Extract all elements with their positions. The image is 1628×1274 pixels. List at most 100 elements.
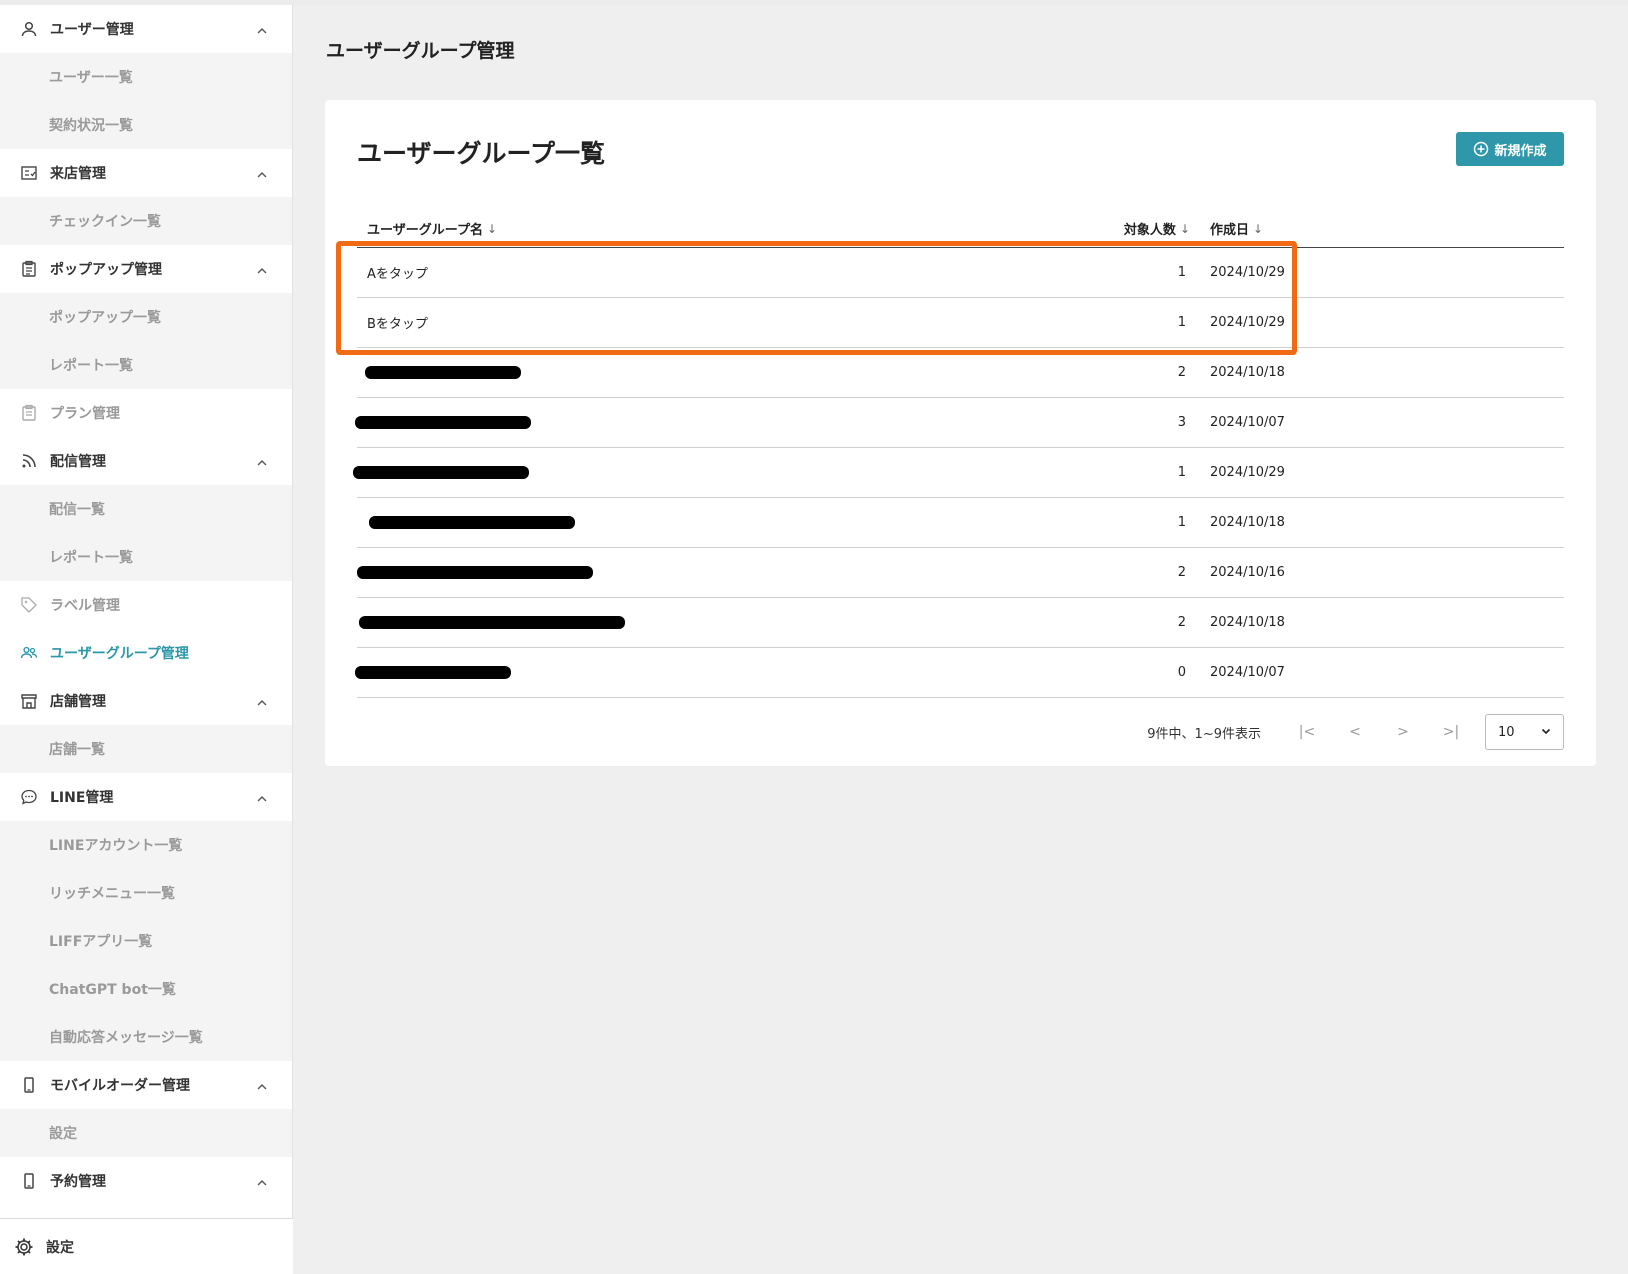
redacted-group-name [357,598,1070,647]
sidebar-section-label: モバイルオーダー管理 [50,1078,190,1094]
sidebar-subitem[interactable]: 契約状況一覧 [0,101,292,149]
sidebar-subitem[interactable]: 自動応答メッセージ一覧 [0,1013,292,1061]
chevron-up-icon[interactable] [256,22,270,36]
sidebar-section-7[interactable]: 店舗管理 [0,677,292,725]
chevron-up-icon[interactable] [256,262,270,276]
sidebar-section-2[interactable]: ポップアップ管理 [0,245,292,293]
redacted-group-name [353,448,1070,497]
column-header-date[interactable]: 作成日 ↓ [1190,219,1390,239]
member-count: 0 [1177,665,1186,680]
next-page-icon[interactable]: > [1379,724,1427,740]
created-date: 2024/10/18 [1210,365,1285,380]
chevron-up-icon[interactable] [256,1078,270,1092]
user-icon [18,18,40,40]
redacted-group-name [357,548,1070,597]
table-row[interactable]: 2 2024/10/18 [357,598,1564,648]
checkin-icon [18,162,40,184]
chevron-up-icon[interactable] [256,454,270,468]
sidebar-section-label: ポップアップ管理 [50,262,162,278]
page-size-select[interactable]: 10 [1485,714,1564,750]
sidebar-subitem[interactable]: ChatGPT bot一覧 [0,965,292,1013]
sidebar-section-4[interactable]: 配信管理 [0,437,292,485]
mobile-icon [18,1170,40,1192]
sidebar-section-label: LINE管理 [50,790,114,806]
sidebar-section-1[interactable]: 来店管理 [0,149,292,197]
table-row[interactable]: Bをタップ 1 2024/10/29 [357,298,1564,348]
chevron-up-icon[interactable] [256,790,270,804]
table-body: Aをタップ 1 2024/10/29 Bをタップ 1 2024/10/29 2 2024/10… [353,248,1564,698]
chevron-up-icon[interactable] [256,694,270,708]
created-date: 2024/10/16 [1210,565,1285,580]
page-size-value: 10 [1498,724,1515,740]
member-count: 1 [1177,265,1186,280]
member-count: 3 [1177,415,1186,430]
pagination: 9件中、1~9件表示 |< < > >| 10 [1147,714,1564,750]
redaction-bar [357,566,593,579]
sidebar-subitem[interactable]: 配信一覧 [0,485,292,533]
sidebar-section-9[interactable]: モバイルオーダー管理 [0,1061,292,1109]
user-group-card: ユーザーグループ一覧 新規作成 ユーザーグループ名 ↓ 対象人数 ↓ 作成日 ↓… [325,100,1596,766]
redacted-group-name [357,498,1070,547]
last-page-icon[interactable]: >| [1427,724,1475,740]
prev-page-icon[interactable]: < [1331,724,1379,740]
chevron-up-icon[interactable] [256,166,270,180]
sidebar-section-8[interactable]: LINE管理 [0,773,292,821]
sidebar-section-10[interactable]: 予約管理 [0,1157,292,1205]
column-header-count[interactable]: 対象人数 ↓ [1070,219,1190,239]
sort-arrow-down-icon: ↓ [486,221,498,236]
chevron-up-icon[interactable] [256,1174,270,1188]
sort-arrow-down-icon: ↓ [1253,221,1264,236]
sidebar-subitem[interactable]: LINEアカウント一覧 [0,821,292,869]
sidebar-section-label: プラン管理 [50,406,120,422]
member-count: 2 [1177,615,1186,630]
table-row[interactable]: 2 2024/10/18 [357,348,1564,398]
member-count: 1 [1177,515,1186,530]
sidebar-subitem[interactable]: LIFFアプリ一覧 [0,917,292,965]
users-group-icon [18,642,40,664]
redaction-bar [365,366,521,379]
sidebar-section-3[interactable]: プラン管理 [0,389,292,437]
document-icon [18,402,40,424]
sidebar-subitem[interactable]: レポート一覧 [0,533,292,581]
mobile-icon [18,1074,40,1096]
table-row[interactable]: 0 2024/10/07 [355,648,1564,698]
tag-icon [18,594,40,616]
group-name: Bをタップ [367,317,428,332]
sidebar-subitem[interactable]: 店舗一覧 [0,725,292,773]
sidebar-settings[interactable]: 設定 [0,1218,293,1274]
table-row[interactable]: 3 2024/10/07 [355,398,1564,448]
card-title: ユーザーグループ一覧 [357,139,606,168]
created-date: 2024/10/29 [1210,465,1285,480]
sidebar-subitem[interactable]: 設定 [0,1109,292,1157]
new-create-button[interactable]: 新規作成 [1456,132,1564,166]
sidebar-subitem[interactable]: ユーザー一覧 [0,53,292,101]
first-page-icon[interactable]: |< [1283,724,1331,740]
rss-icon [18,450,40,472]
table-row[interactable]: 1 2024/10/18 [357,498,1564,548]
created-date: 2024/10/29 [1210,315,1285,330]
sidebar-subitem[interactable]: ポップアップ一覧 [0,293,292,341]
group-name: Aをタップ [367,267,428,282]
sidebar-section-0[interactable]: ユーザー管理 [0,5,292,53]
table-row[interactable]: Aをタップ 1 2024/10/29 [357,248,1564,298]
new-create-label: 新規作成 [1494,142,1547,158]
sidebar-section-5[interactable]: ラベル管理 [0,581,292,629]
redacted-group-name [355,648,1070,697]
redacted-group-name [357,348,1070,397]
sidebar-section-label: ラベル管理 [50,598,120,614]
plus-circle-icon [1473,141,1489,157]
sidebar-subitem[interactable]: チェックイン一覧 [0,197,292,245]
chat-bubble-icon [18,786,40,808]
settings-label: 設定 [46,1239,74,1256]
redacted-group-name [355,398,1070,447]
table-row[interactable]: 2 2024/10/16 [357,548,1564,598]
sidebar: ユーザー管理 ユーザー一覧 契約状況一覧 来店管理 チェックイン一覧ポップアップ管理ポッ… [0,5,293,1274]
column-header-name[interactable]: ユーザーグループ名 ↓ [357,219,1070,239]
sidebar-subitem[interactable]: リッチメニュー一覧 [0,869,292,917]
clipboard-icon [18,258,40,280]
gear-icon [14,1236,36,1258]
sidebar-section-6[interactable]: ユーザーグループ管理 [0,629,292,677]
sidebar-subitem[interactable]: レポート一覧 [0,341,292,389]
table-row[interactable]: 1 2024/10/29 [353,448,1564,498]
table-header: ユーザーグループ名 ↓ 対象人数 ↓ 作成日 ↓ [357,210,1564,248]
